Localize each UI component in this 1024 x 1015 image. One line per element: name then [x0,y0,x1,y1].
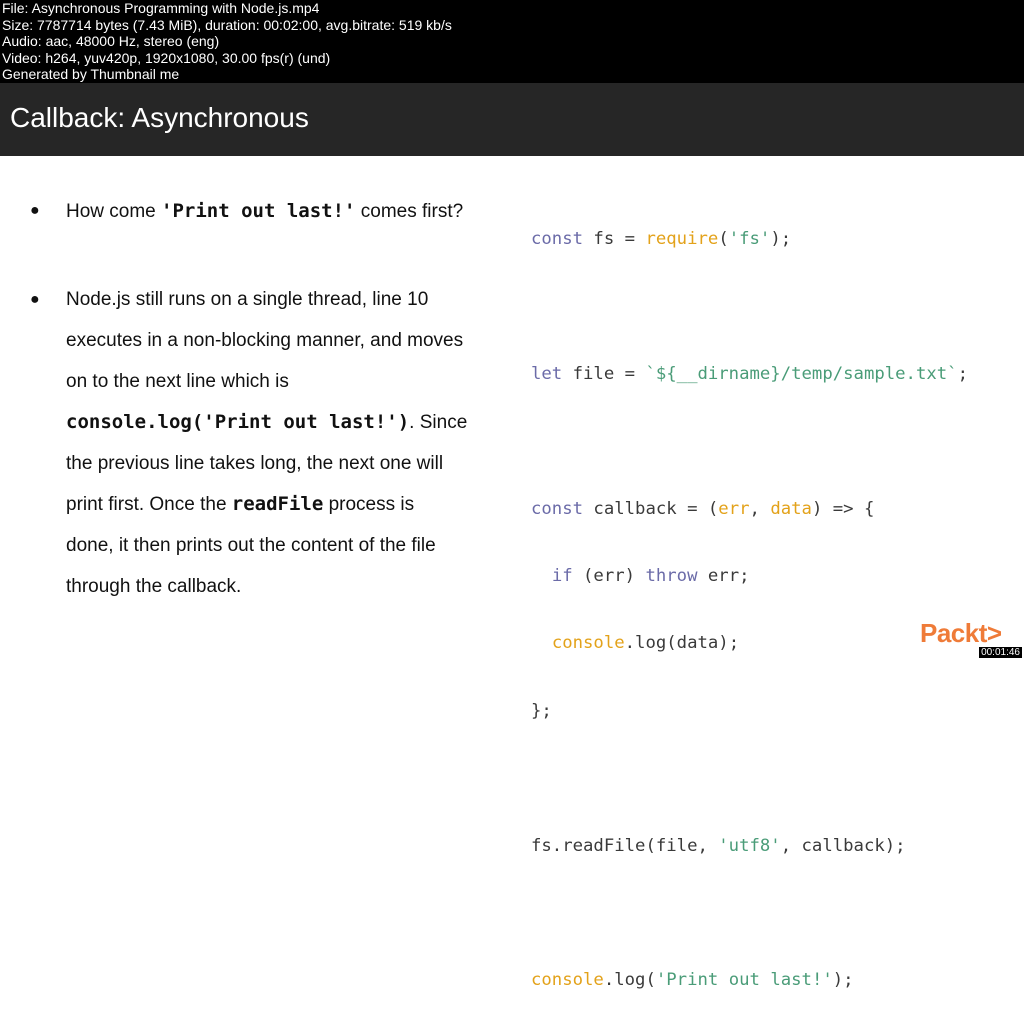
bullet-text: comes first? [355,201,464,222]
slide-title-bar: Callback: Asynchronous [0,83,1024,156]
bullet-line: done, it then prints out the content of … [66,535,436,556]
bullet-text: . Since [409,412,468,433]
slide-title: Callback: Asynchronous [10,102,309,133]
code-token: }; [531,700,552,721]
bullet-line: console.log('Print out last!'). Since [66,402,510,443]
video-metadata-header: File: Asynchronous Programming with Node… [0,0,1024,83]
code-token: .log(data); [624,633,740,654]
meta-file-line: File: Asynchronous Programming with Node… [2,0,320,16]
code-token: ; [957,363,968,384]
bullet-code: console.log('Print out last!') [66,411,410,433]
code-token: fs.readFile(file, [531,835,719,856]
bullet-line: on to the next line which is [66,371,289,392]
packt-logo: Packt> [920,618,1002,648]
code-token: 'fs' [728,229,771,249]
code-token: 'Print out last!' [655,970,833,991]
meta-generator-line: Generated by Thumbnail me [2,66,180,82]
code-block: const fs = require('fs'); let file = `${… [531,186,968,1015]
code-token: (err) [572,565,646,586]
code-token: fs = [583,229,646,249]
code-token: const [531,498,584,519]
bullet-item: ● How come 'Print out last!' comes first… [30,196,510,227]
meta-audio-line: Audio: aac, 48000 Hz, stereo (eng) [2,33,220,49]
bullet-code: 'Print out last!' [161,200,356,222]
code-line: const callback = (err, data) => { [531,496,968,523]
bullet-line: print first. Once the readFile process i… [66,484,510,525]
bullet-item: ● Node.js still runs on a single thread,… [30,279,510,607]
bullet-list: ● How come 'Print out last!' comes first… [30,196,510,607]
code-line: if (err) throw err; [531,563,968,590]
code-token: , callback); [780,835,906,856]
bullet-dot-icon: ● [30,202,40,219]
code-line: }; [531,698,968,725]
code-token: ) => { [811,498,875,519]
code-token: const [531,229,584,249]
code-token: ); [770,229,792,249]
bullet-text: process is [323,494,415,515]
code-line: fs.readFile(file, 'utf8', callback); [531,833,968,860]
code-token: err; [697,565,750,586]
meta-size-line: Size: 7787714 bytes (7.43 MiB), duration… [2,16,452,33]
bullet-code: readFile [231,493,324,515]
code-token: 'utf8' [718,835,781,856]
code-token: err [718,498,750,519]
bullet-line: Node.js still runs on a single thread, l… [66,289,429,310]
code-token: data [770,498,812,519]
bullet-text: print first. Once the [66,494,232,515]
bullet-line: through the callback. [66,576,242,597]
code-token: throw [645,565,698,586]
code-token: .log( [603,970,656,991]
bullet-dot-icon: ● [30,291,40,308]
code-token: file = [562,363,646,384]
code-token: ); [832,970,854,991]
code-line: const fs = require('fs'); [531,226,968,253]
code-token: if [551,565,573,586]
code-token: callback = ( [583,498,719,519]
code-line: console.log(data); [531,630,968,657]
code-line: let file = `${__dirname}/temp/sample.txt… [531,361,968,388]
code-token: , [749,498,771,519]
video-timestamp: 00:01:46 [979,647,1022,658]
code-token: require [645,229,719,249]
bullet-line: executes in a non-blocking manner, and m… [66,330,464,351]
code-token: ( [718,229,729,249]
meta-video-line: Video: h264, yuv420p, 1920x1080, 30.00 f… [2,49,331,66]
code-token: let [531,363,563,384]
code-token: `${__dirname}/temp/sample.txt` [645,363,958,384]
code-token: console [531,970,604,991]
code-line: console.log('Print out last!'); [531,967,968,994]
code-token: console [551,633,625,654]
bullet-line: the previous line takes long, the next o… [66,453,444,474]
bullet-text: How come [66,201,162,222]
